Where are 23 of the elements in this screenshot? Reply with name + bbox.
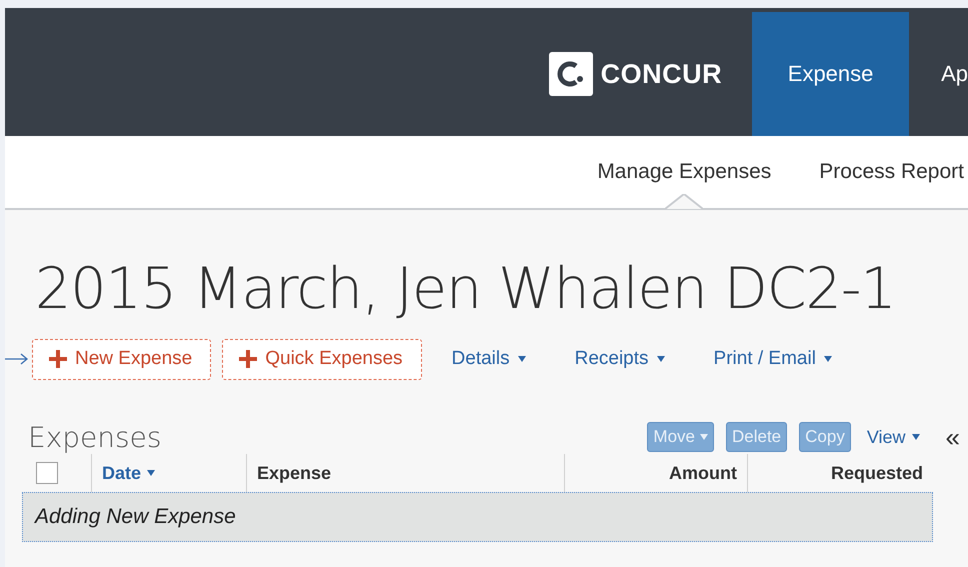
report-title: 2015 March, Jen Whalen DC2-1	[35, 256, 897, 322]
caret-icon	[518, 356, 526, 362]
subnav-tab[interactable]: Process Report	[819, 136, 964, 208]
collapse-button[interactable]: «	[946, 422, 960, 452]
plus-icon	[49, 350, 67, 368]
section-title: Expenses	[28, 420, 162, 454]
menu-link[interactable]: Receipts	[574, 348, 665, 370]
caret-icon	[824, 356, 832, 362]
nav-tab[interactable]: Expense	[752, 12, 910, 136]
add-button[interactable]: Quick Expenses	[222, 338, 422, 380]
nav-tab[interactable]: Ap	[909, 12, 968, 136]
table-row[interactable]: Adding New Expense	[22, 492, 933, 542]
subnav-tab[interactable]: Manage Expenses	[597, 136, 772, 208]
logo-icon	[548, 52, 593, 96]
arrow-icon	[5, 353, 29, 365]
select-all-checkbox[interactable]	[36, 462, 58, 484]
menu-link[interactable]: Details	[452, 348, 526, 370]
view-menu[interactable]: View	[862, 422, 924, 452]
logo-text: CONCUR	[600, 58, 722, 90]
menu-link[interactable]: Print / Email	[714, 348, 832, 370]
plus-icon	[239, 350, 258, 368]
caret-icon	[656, 356, 665, 362]
add-button[interactable]: New Expense	[32, 338, 212, 380]
